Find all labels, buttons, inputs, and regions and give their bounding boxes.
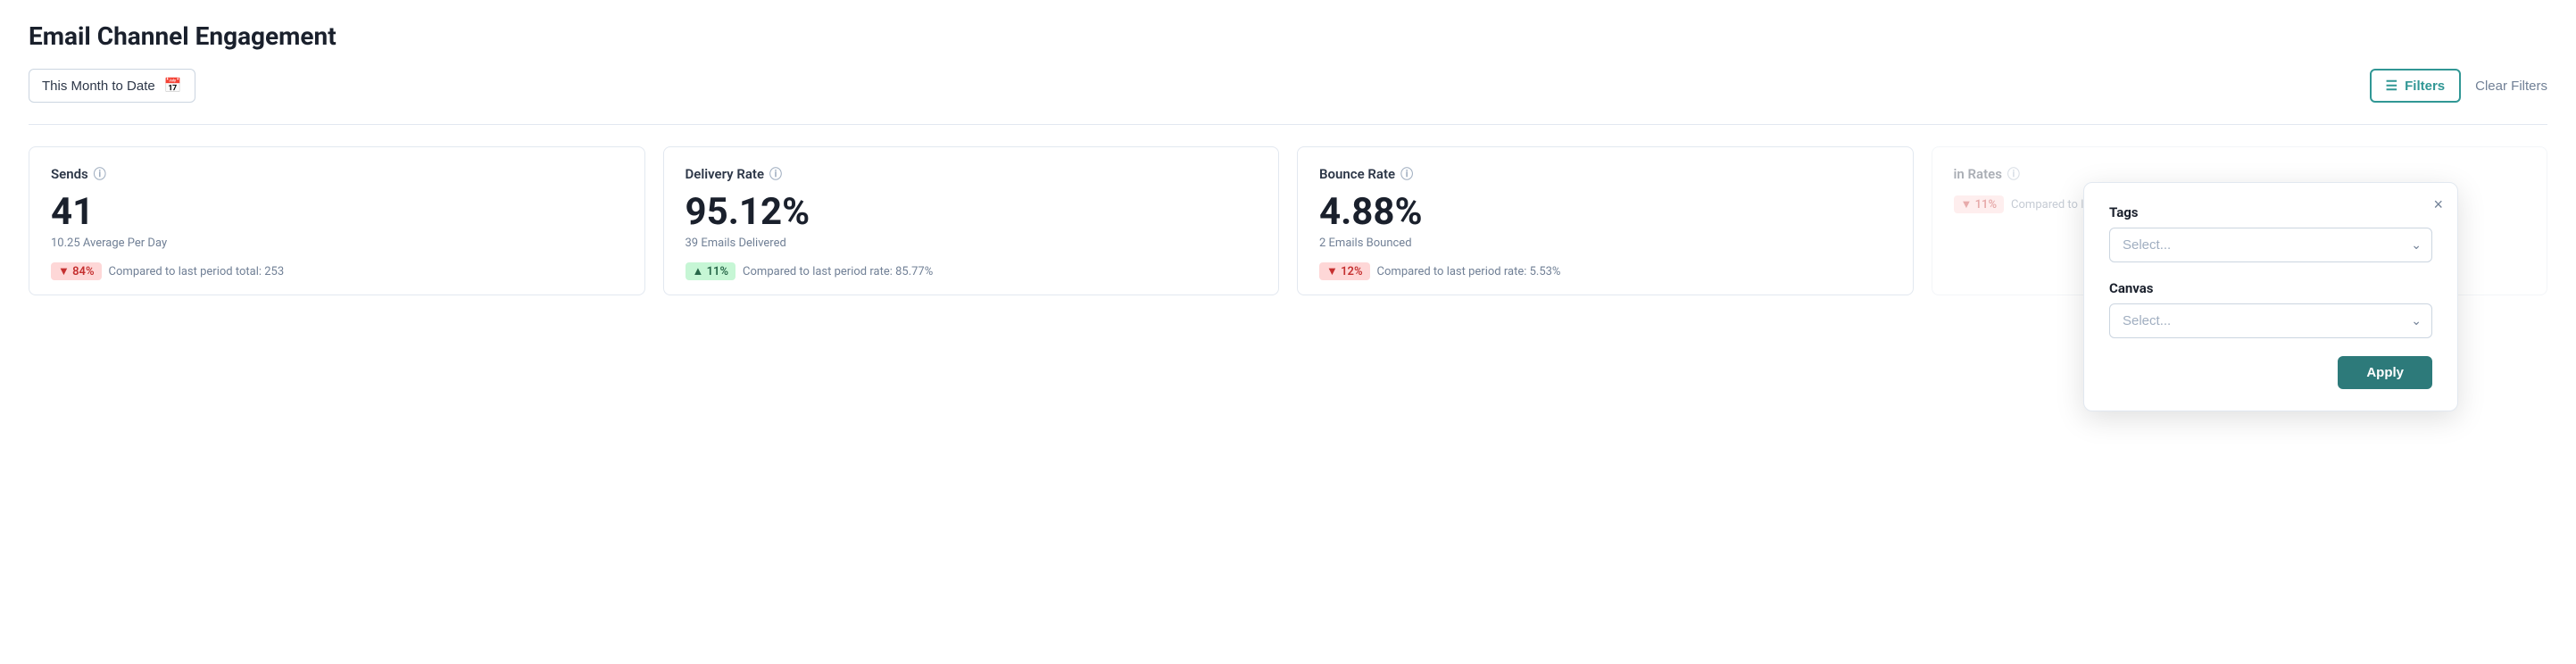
sends-info-icon[interactable]: ⓘ xyxy=(94,165,106,183)
filters-button[interactable]: ☰ Filters xyxy=(2370,69,2461,103)
tags-section: Tags Select... ⌄ xyxy=(2109,204,2432,262)
filter-apply-row: Apply xyxy=(2109,356,2432,389)
in-rates-label: in Rates ⓘ xyxy=(1954,165,2526,183)
in-rates-badge: ▼ 11% xyxy=(1954,195,2005,213)
apply-button[interactable]: Apply xyxy=(2338,356,2432,389)
sends-comparison: ▼ 84% Compared to last period total: 253 xyxy=(51,262,623,280)
bounce-rate-comparison-text: Compared to last period rate: 5.53% xyxy=(1377,265,1561,278)
canvas-section: Canvas Select... ⌄ xyxy=(2109,280,2432,338)
toolbar-right: ☰ Filters Clear Filters xyxy=(2370,69,2547,103)
tags-select-wrapper: Select... ⌄ xyxy=(2109,228,2432,262)
toolbar: This Month to Date 📅 ☰ Filters Clear Fil… xyxy=(29,69,2547,103)
sends-sub: 10.25 Average Per Day xyxy=(51,237,623,250)
bounce-rate-label: Bounce Rate ⓘ xyxy=(1319,165,1891,183)
bounce-rate-badge: ▼ 12% xyxy=(1319,262,1370,280)
bounce-rate-value: 4.88% xyxy=(1319,192,1891,233)
filter-lines-icon: ☰ xyxy=(2386,78,2397,94)
delivery-rate-info-icon[interactable]: ⓘ xyxy=(769,165,782,183)
clear-filters-button[interactable]: Clear Filters xyxy=(2475,79,2547,94)
tags-label: Tags xyxy=(2109,204,2432,220)
delivery-rate-value: 95.12% xyxy=(686,192,1258,233)
bounce-rate-comparison: ▼ 12% Compared to last period rate: 5.53… xyxy=(1319,262,1891,280)
canvas-label: Canvas xyxy=(2109,280,2432,296)
sends-card: Sends ⓘ 41 10.25 Average Per Day ▼ 84% C… xyxy=(29,146,645,295)
date-range-label: This Month to Date xyxy=(42,79,155,94)
canvas-select-wrapper: Select... ⌄ xyxy=(2109,303,2432,338)
delivery-rate-comparison-text: Compared to last period rate: 85.77% xyxy=(743,265,933,278)
calendar-icon: 📅 xyxy=(164,77,182,95)
page-title: Email Channel Engagement xyxy=(29,21,2547,51)
in-rates-info-icon[interactable]: ⓘ xyxy=(2007,165,2020,183)
bounce-rate-card: Bounce Rate ⓘ 4.88% 2 Emails Bounced ▼ 1… xyxy=(1297,146,1914,295)
filter-popup-close-button[interactable]: × xyxy=(2433,195,2443,214)
bounce-rate-info-icon[interactable]: ⓘ xyxy=(1400,165,1413,183)
tags-select[interactable]: Select... xyxy=(2109,228,2432,262)
filter-popup: × Tags Select... ⌄ Canvas Select... ⌄ Ap… xyxy=(2083,182,2458,411)
date-range-picker[interactable]: This Month to Date 📅 xyxy=(29,69,195,103)
sends-comparison-text: Compared to last period total: 253 xyxy=(109,265,285,278)
delivery-rate-label: Delivery Rate ⓘ xyxy=(686,165,1258,183)
section-divider xyxy=(29,124,2547,125)
delivery-rate-badge: ▲ 11% xyxy=(686,262,736,280)
sends-badge: ▼ 84% xyxy=(51,262,102,280)
sends-label: Sends ⓘ xyxy=(51,165,623,183)
sends-value: 41 xyxy=(51,192,623,233)
filters-label: Filters xyxy=(2405,79,2445,94)
delivery-rate-card: Delivery Rate ⓘ 95.12% 39 Emails Deliver… xyxy=(663,146,1280,295)
bounce-rate-sub: 2 Emails Bounced xyxy=(1319,237,1891,250)
delivery-rate-sub: 39 Emails Delivered xyxy=(686,237,1258,250)
canvas-select[interactable]: Select... xyxy=(2109,303,2432,338)
delivery-rate-comparison: ▲ 11% Compared to last period rate: 85.7… xyxy=(686,262,1258,280)
